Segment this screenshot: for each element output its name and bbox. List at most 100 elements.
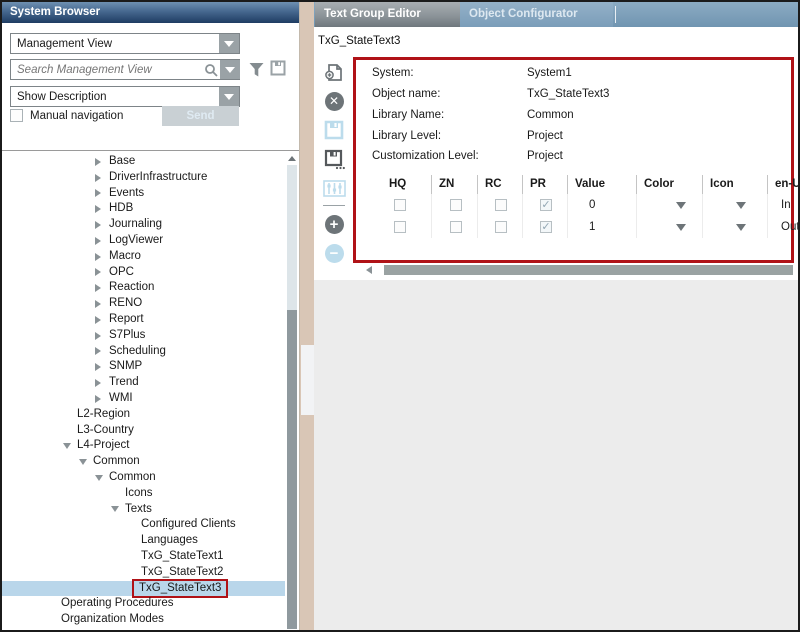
collapsed-arrow-icon[interactable] — [95, 237, 107, 245]
expanded-arrow-icon[interactable] — [63, 443, 75, 449]
unchecked-checkbox[interactable] — [450, 199, 462, 211]
new-text-group-icon[interactable] — [322, 60, 346, 84]
collapsed-arrow-icon[interactable] — [95, 268, 107, 276]
manual-navigation-checkbox[interactable] — [10, 109, 23, 122]
tree-item-logviewer[interactable]: LogViewer — [2, 233, 285, 249]
checked-checkbox[interactable]: ✓ — [540, 199, 552, 211]
scroll-up-icon[interactable] — [286, 152, 298, 165]
tree-item-wmi[interactable]: WMI — [2, 391, 285, 407]
search-options-chevron-icon[interactable] — [220, 60, 240, 79]
table-horizontal-scrollbar[interactable] — [366, 265, 796, 276]
text-cell[interactable]: Out — [781, 221, 800, 233]
icon-dropdown-icon[interactable] — [736, 224, 746, 231]
tree-vertical-scrollbar[interactable] — [286, 152, 298, 629]
collapsed-arrow-icon[interactable] — [95, 395, 107, 403]
tree-item-txg-statetext1[interactable]: TxG_StateText1 — [2, 549, 285, 565]
unchecked-checkbox[interactable] — [495, 199, 507, 211]
value-cell[interactable]: 0 — [589, 199, 595, 211]
tree-item-common[interactable]: Common — [2, 470, 285, 486]
delete-icon[interactable]: ✕ — [322, 89, 346, 113]
value-cell[interactable]: 1 — [589, 221, 595, 233]
expanded-arrow-icon[interactable] — [111, 506, 123, 512]
column-header-hq[interactable]: HQ — [356, 175, 431, 194]
collapsed-arrow-icon[interactable] — [95, 189, 107, 197]
tree-item-configured-clients[interactable]: Configured Clients — [2, 517, 285, 533]
customize-icon[interactable] — [322, 176, 346, 200]
tree-item-l2-region[interactable]: L2-Region — [2, 407, 285, 423]
tree-item-events[interactable]: Events — [2, 186, 285, 202]
unchecked-checkbox[interactable] — [394, 199, 406, 211]
h-scrollbar-thumb[interactable] — [384, 265, 793, 275]
tree-item-scheduling[interactable]: Scheduling — [2, 344, 285, 360]
collapsed-arrow-icon[interactable] — [95, 300, 107, 308]
column-header-en-us[interactable]: en-US — [767, 175, 797, 194]
panel-splitter[interactable] — [301, 2, 314, 630]
column-header-value[interactable]: Value — [567, 175, 636, 194]
text-cell[interactable]: In — [781, 199, 791, 211]
collapsed-arrow-icon[interactable] — [95, 221, 107, 229]
collapsed-arrow-icon[interactable] — [95, 174, 107, 182]
tree-item-report[interactable]: Report — [2, 312, 285, 328]
tab-object-configurator[interactable]: Object Configurator — [460, 2, 613, 27]
tree-item-l3-country[interactable]: L3-Country — [2, 423, 285, 439]
expanded-arrow-icon[interactable] — [79, 459, 91, 465]
tree-item-l4-project[interactable]: L4-Project — [2, 438, 285, 454]
tree-item-texts[interactable]: Texts — [2, 502, 285, 518]
view-dropdown[interactable]: Management View — [10, 33, 240, 54]
collapsed-arrow-icon[interactable] — [95, 347, 107, 355]
tree-item-base[interactable]: Base — [2, 154, 285, 170]
tree-item-s7plus[interactable]: S7Plus — [2, 328, 285, 344]
tree-item-opc[interactable]: OPC — [2, 265, 285, 281]
send-button[interactable]: Send — [162, 106, 239, 126]
color-dropdown-icon[interactable] — [676, 224, 686, 231]
icon-dropdown-icon[interactable] — [736, 202, 746, 209]
tree-item-snmp[interactable]: SNMP — [2, 359, 285, 375]
tree-item-journaling[interactable]: Journaling — [2, 217, 285, 233]
tree-item-common[interactable]: Common — [2, 454, 285, 470]
add-row-icon[interactable]: + — [322, 212, 346, 236]
remove-row-icon[interactable]: − — [322, 241, 346, 265]
chevron-down-icon[interactable] — [219, 34, 239, 53]
collapsed-arrow-icon[interactable] — [95, 379, 107, 387]
column-header-color[interactable]: Color — [636, 175, 702, 194]
collapsed-arrow-icon[interactable] — [95, 158, 107, 166]
column-header-rc[interactable]: RC — [477, 175, 522, 194]
tree-item-txg-statetext3[interactable]: TxG_StateText3 — [2, 581, 285, 597]
tree-item-reaction[interactable]: Reaction — [2, 280, 285, 296]
scrollbar-thumb[interactable] — [287, 310, 297, 629]
tree-item-languages[interactable]: Languages — [2, 533, 285, 549]
checked-checkbox[interactable]: ✓ — [540, 221, 552, 233]
tree-item-icons[interactable]: Icons — [2, 486, 285, 502]
unchecked-checkbox[interactable] — [394, 221, 406, 233]
save-as-icon[interactable] — [322, 147, 346, 171]
search-icon[interactable] — [202, 63, 220, 77]
column-header-zn[interactable]: ZN — [431, 175, 477, 194]
filter-icon[interactable] — [249, 62, 264, 77]
search-input[interactable] — [11, 64, 202, 76]
collapsed-arrow-icon[interactable] — [95, 284, 107, 292]
save-icon[interactable] — [322, 118, 346, 142]
collapsed-arrow-icon[interactable] — [95, 316, 107, 324]
tree-item-macro[interactable]: Macro — [2, 249, 285, 265]
expanded-arrow-icon[interactable] — [95, 475, 107, 481]
save-search-icon[interactable] — [270, 60, 286, 76]
tree-item-reno[interactable]: RENO — [2, 296, 285, 312]
collapsed-arrow-icon[interactable] — [95, 253, 107, 261]
tree-item-driverinfrastructure[interactable]: DriverInfrastructure — [2, 170, 285, 186]
column-header-pr[interactable]: PR — [522, 175, 567, 194]
column-header-icon[interactable]: Icon — [702, 175, 767, 194]
display-mode-dropdown[interactable]: Show Description — [10, 86, 240, 107]
collapsed-arrow-icon[interactable] — [95, 332, 107, 340]
unchecked-checkbox[interactable] — [450, 221, 462, 233]
unchecked-checkbox[interactable] — [495, 221, 507, 233]
tree-item-hdb[interactable]: HDB — [2, 201, 285, 217]
tree-item-organization-modes[interactable]: Organization Modes — [2, 612, 285, 628]
search-box[interactable] — [10, 59, 240, 80]
collapsed-arrow-icon[interactable] — [95, 205, 107, 213]
scroll-left-icon[interactable] — [366, 266, 372, 274]
tree-item-operating-procedures[interactable]: Operating Procedures — [2, 596, 285, 612]
splitter-handle[interactable] — [301, 345, 314, 415]
collapsed-arrow-icon[interactable] — [95, 363, 107, 371]
chevron-down-icon[interactable] — [219, 87, 239, 106]
tab-text-group-editor[interactable]: Text Group Editor — [315, 2, 460, 27]
